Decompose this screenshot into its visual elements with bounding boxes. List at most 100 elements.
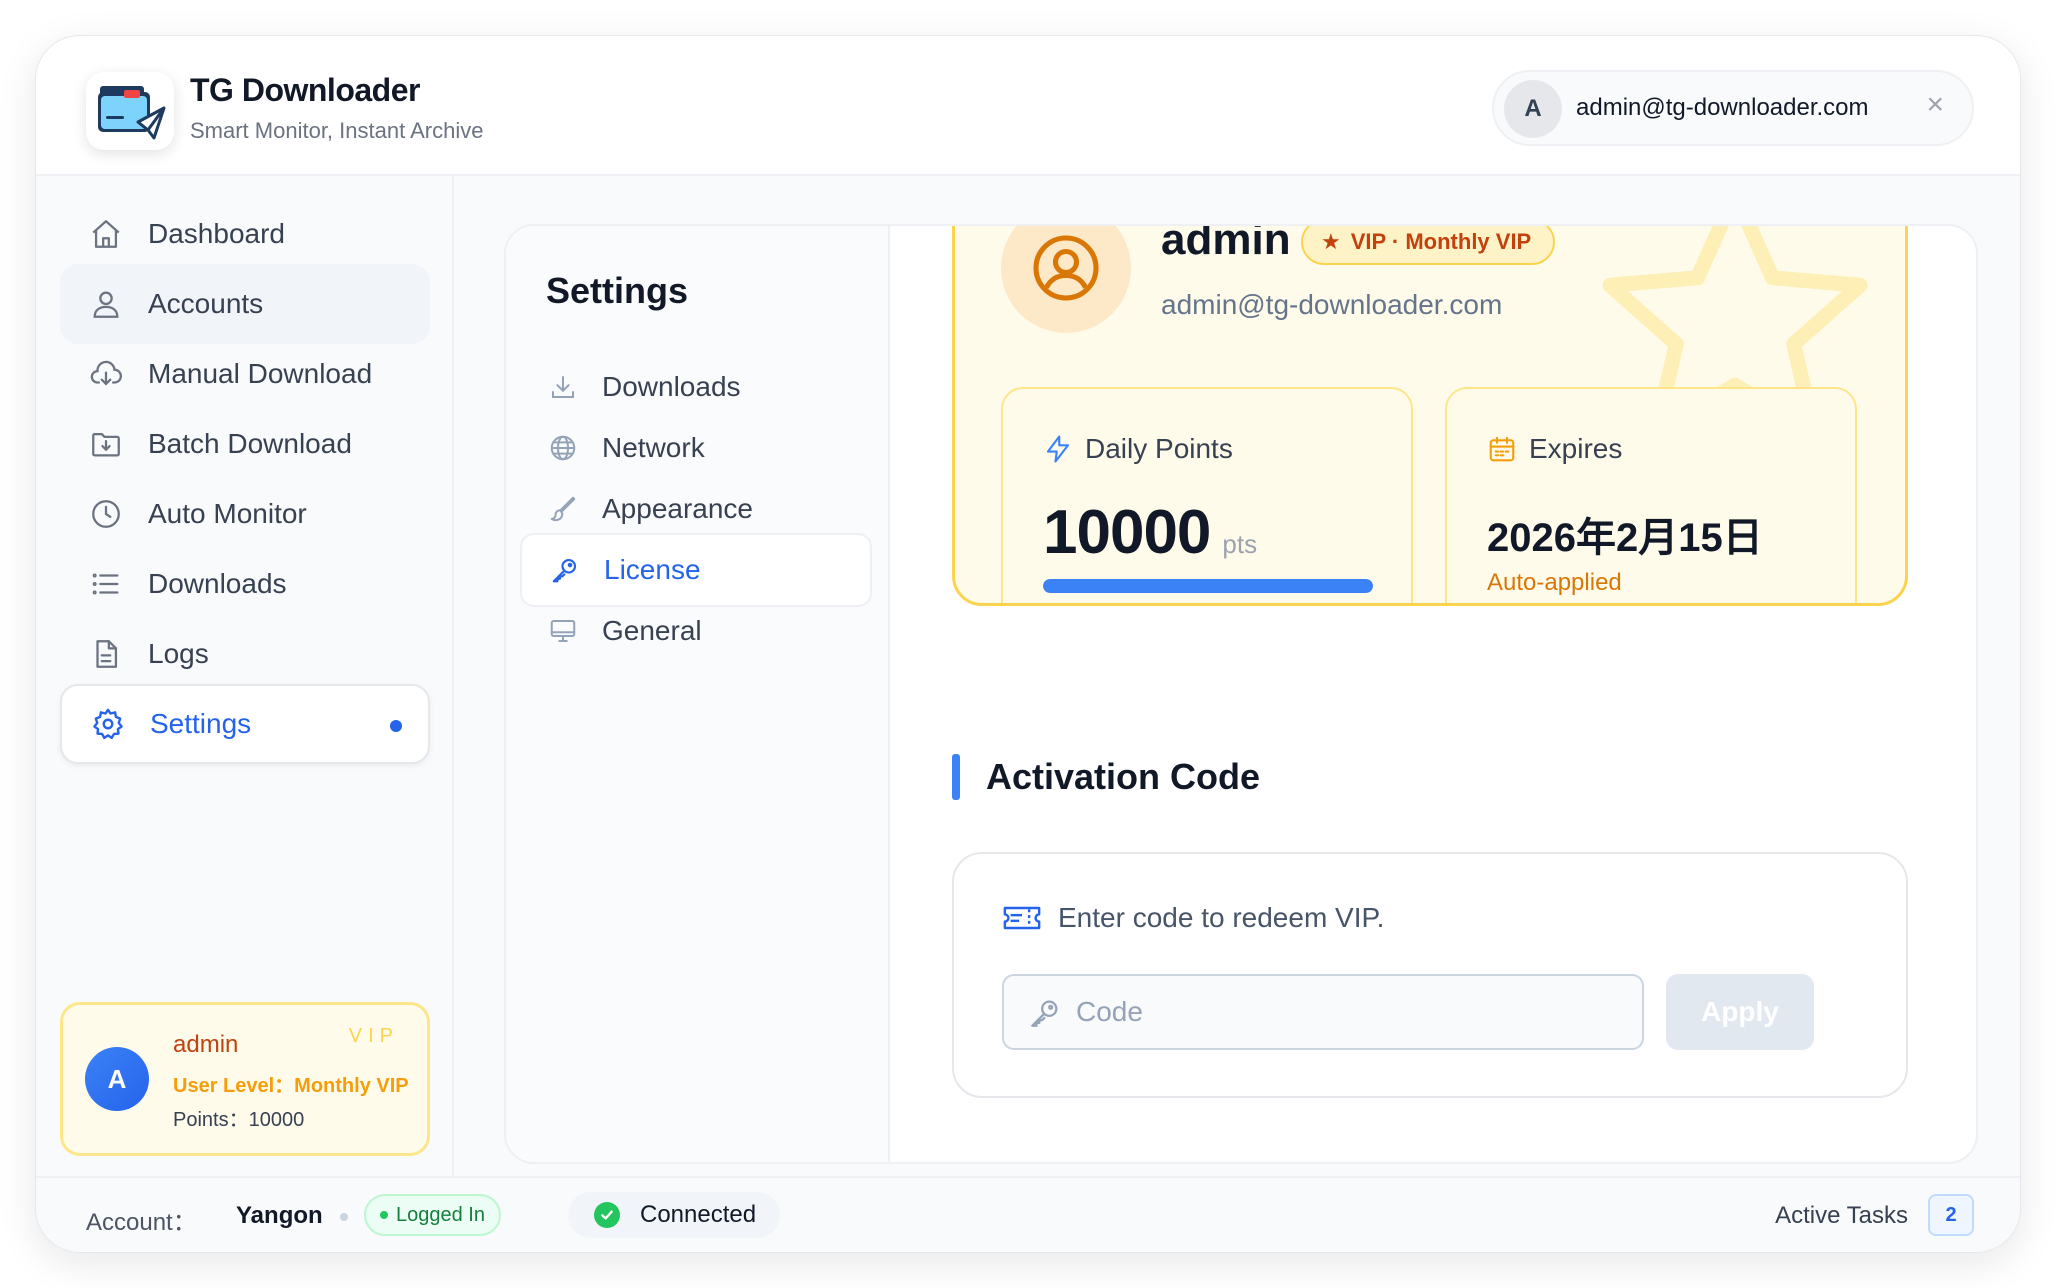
folder-plane-icon <box>98 86 166 140</box>
settings-panel: Settings Downloads Network Appearance Li… <box>504 224 1978 1164</box>
active-tasks-label: Active Tasks <box>1775 1202 1908 1229</box>
active-tasks-count[interactable]: 2 <box>1928 1194 1974 1236</box>
daily-points-progress <box>1043 579 1373 593</box>
status-bar: Account： Yangon Logged In Connected Acti… <box>36 1176 2020 1252</box>
points-unit: pts <box>1222 529 1258 559</box>
calendar-icon <box>1489 436 1515 462</box>
daily-points-label: Daily Points <box>1085 433 1233 464</box>
apply-button[interactable]: Apply <box>1666 974 1814 1050</box>
daily-points-value: 10000 pts <box>1043 498 1258 567</box>
cloud-download-icon <box>86 354 126 394</box>
redeem-hint-text: Enter code to redeem VIP. <box>1058 902 1385 933</box>
account-name: Yangon <box>236 1202 323 1229</box>
profile-email: admin@tg-downloader.com <box>1161 289 1503 320</box>
app-subtitle: Smart Monitor, Instant Archive <box>190 118 484 143</box>
sidebar-item-batch-download[interactable]: Batch Download <box>60 404 430 484</box>
activation-title: Activation Code <box>986 756 1261 797</box>
activation-code-input[interactable] <box>1076 976 1626 1048</box>
bolt-icon <box>1046 435 1070 463</box>
vip-badge: ★ VIP · Monthly VIP <box>1301 226 1556 265</box>
avatar: A <box>85 1047 149 1111</box>
sidebar: Dashboard Accounts Manual Download Batch… <box>36 176 454 1176</box>
connection-status: Connected <box>568 1192 781 1238</box>
user-name: admin <box>173 1031 239 1058</box>
app-window: TG Downloader Smart Monitor, Instant Arc… <box>36 36 2020 1252</box>
sidebar-item-label: Accounts <box>148 288 264 319</box>
home-icon <box>86 214 126 254</box>
daily-points-card: Daily Points 10000 pts <box>1001 387 1413 603</box>
close-icon[interactable]: × <box>1926 88 1944 122</box>
connection-label: Connected <box>640 1201 757 1228</box>
key-icon <box>548 553 582 587</box>
sidebar-item-label: Batch Download <box>148 428 352 459</box>
tab-label: Appearance <box>602 493 754 524</box>
check-icon <box>594 1202 620 1228</box>
sidebar-item-label: Logs <box>148 638 209 669</box>
sidebar-item-manual-download[interactable]: Manual Download <box>60 334 430 414</box>
globe-icon <box>546 431 580 465</box>
user-circle-icon <box>1033 235 1099 301</box>
vip-profile-card: admin ★ VIP · Monthly VIP admin@tg-downl… <box>952 226 1908 606</box>
vip-watermark: VIP <box>348 1025 399 1047</box>
activation-section-title: Activation Code <box>952 754 1260 800</box>
sidebar-item-label: Manual Download <box>148 358 373 389</box>
tab-label: General <box>602 615 702 646</box>
sidebar-item-label: Auto Monitor <box>148 498 307 529</box>
expires-card: Expires 2026年2月15日 Auto-applied <box>1445 387 1857 603</box>
vip-badge-label: VIP · Monthly VIP <box>1350 229 1532 254</box>
tab-general[interactable]: General <box>520 594 872 668</box>
header: TG Downloader Smart Monitor, Instant Arc… <box>36 36 2020 176</box>
login-status-badge: Logged In <box>364 1194 501 1236</box>
sidebar-item-settings[interactable]: Settings <box>60 684 430 764</box>
expires-date: 2026年2月15日 <box>1487 516 1763 560</box>
settings-title: Settings <box>546 270 689 311</box>
tab-label: Network <box>602 432 705 463</box>
section-accent-bar <box>952 754 960 800</box>
gear-icon <box>88 704 128 744</box>
key-icon <box>1031 1000 1058 1027</box>
daily-points-header: Daily Points <box>1043 433 1233 465</box>
tab-label: Downloads <box>602 371 741 402</box>
header-user-pill[interactable]: A admin@tg-downloader.com × <box>1492 70 1974 146</box>
sidebar-item-accounts[interactable]: Accounts <box>60 264 430 344</box>
redeem-card: Enter code to redeem VIP. Apply <box>952 852 1908 1098</box>
settings-subnav: Settings Downloads Network Appearance Li… <box>506 226 890 1162</box>
sidebar-item-dashboard[interactable]: Dashboard <box>60 194 430 274</box>
code-input-wrapper <box>1002 974 1644 1050</box>
sidebar-user-card[interactable]: A admin VIP User Level：Monthly VIP Point… <box>60 1002 430 1156</box>
license-content: admin ★ VIP · Monthly VIP admin@tg-downl… <box>890 226 1976 1162</box>
brush-icon <box>546 492 580 526</box>
avatar: A <box>1504 80 1562 138</box>
tab-label: License <box>604 554 701 585</box>
sidebar-item-auto-monitor[interactable]: Auto Monitor <box>60 474 430 554</box>
file-icon <box>86 634 126 674</box>
profile-name: admin <box>1161 226 1291 264</box>
app-logo <box>86 72 174 150</box>
user-level: User Level：Monthly VIP <box>173 1075 409 1097</box>
user-points: Points：10000 <box>173 1109 305 1131</box>
clock-icon <box>86 494 126 534</box>
sidebar-item-label: Settings <box>150 708 252 739</box>
download-icon <box>546 370 580 404</box>
active-indicator <box>390 720 402 732</box>
ticket-icon <box>1003 906 1041 930</box>
sidebar-item-label: Downloads <box>148 568 287 599</box>
expires-header: Expires <box>1487 433 1622 465</box>
monitor-icon <box>546 614 580 648</box>
header-user-email: admin@tg-downloader.com <box>1576 94 1869 121</box>
expires-label: Expires <box>1529 433 1623 464</box>
user-icon <box>86 284 126 324</box>
list-icon <box>86 564 126 604</box>
progress-fill <box>1043 579 1373 593</box>
sidebar-item-label: Dashboard <box>148 218 285 249</box>
account-label: Account： <box>86 1209 197 1236</box>
star-icon: ★ <box>1321 229 1341 254</box>
separator-dot <box>340 1213 348 1221</box>
sidebar-item-downloads[interactable]: Downloads <box>60 544 430 624</box>
status-dot <box>380 1211 388 1219</box>
sidebar-item-logs[interactable]: Logs <box>60 614 430 694</box>
folder-download-icon <box>86 424 126 464</box>
redeem-hint: Enter code to redeem VIP. <box>1002 902 1384 934</box>
expires-note: Auto-applied <box>1487 569 1622 596</box>
app-title: TG Downloader <box>190 72 420 108</box>
